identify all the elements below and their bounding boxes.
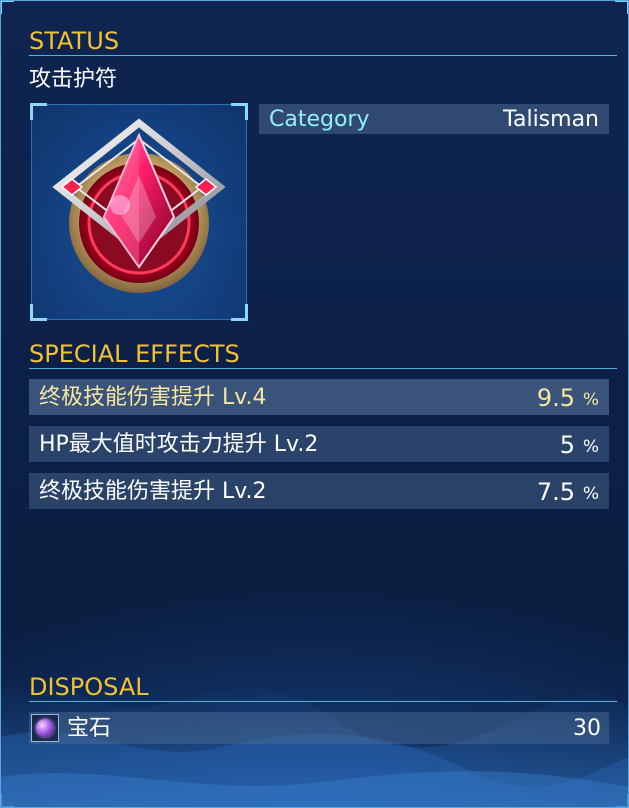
category-row: Category Talisman <box>259 104 609 134</box>
panel-corner <box>1 1 14 14</box>
effect-unit: % <box>582 390 599 410</box>
disposal-item-name: 宝石 <box>67 716 112 741</box>
panel-corner <box>615 794 628 807</box>
panel-corner <box>1 794 14 807</box>
effect-name: 终极技能伤害提升 Lv.2 <box>39 479 267 504</box>
disposal-quantity: 30 <box>573 716 601 741</box>
effect-value: 9.5 <box>536 384 575 412</box>
effect-unit: % <box>582 437 599 457</box>
category-value: Talisman <box>503 107 599 132</box>
disposal-heading: DISPOSAL <box>29 673 617 702</box>
effect-unit: % <box>582 484 599 504</box>
effect-row: 终极技能伤害提升 Lv.2 7.5 % <box>29 473 609 509</box>
effect-row: HP最大值时攻击力提升 Lv.2 5 % <box>29 426 609 462</box>
item-icon-frame <box>30 103 248 321</box>
effect-name: 终极技能伤害提升 Lv.4 <box>39 385 267 410</box>
gem-icon <box>31 714 59 742</box>
status-heading: STATUS <box>29 27 617 56</box>
special-effects-heading: SPECIAL EFFECTS <box>29 340 617 369</box>
disposal-row: 宝石 30 <box>29 712 609 744</box>
item-status-panel: STATUS 攻击护符 Category Talisman SPECIAL EF… <box>0 0 629 808</box>
talisman-icon <box>52 118 226 293</box>
panel-corner <box>615 1 628 14</box>
effect-value: 7.5 <box>536 478 575 506</box>
item-name: 攻击护符 <box>29 67 118 92</box>
effect-value: 5 <box>559 431 575 459</box>
effect-row: 终极技能伤害提升 Lv.4 9.5 % <box>29 379 609 415</box>
effect-name: HP最大值时攻击力提升 Lv.2 <box>39 432 319 457</box>
category-label: Category <box>269 107 370 132</box>
